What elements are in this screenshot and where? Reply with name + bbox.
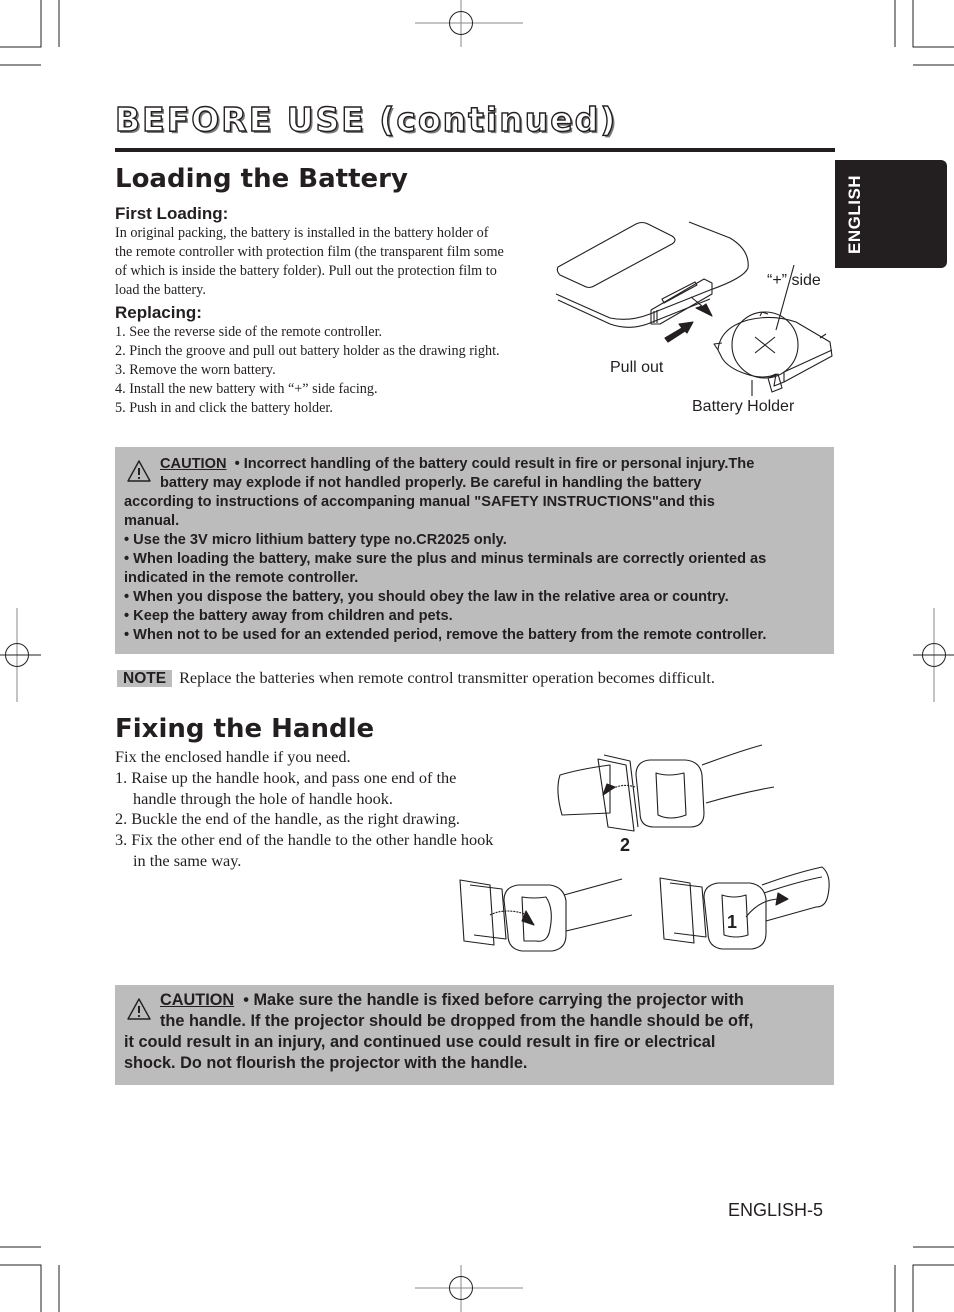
first-loading-line: In original packing, the battery is inst… [115, 225, 489, 241]
caution-line: • When not to be used for an extended pe… [124, 627, 767, 643]
plus-side-label: “+” side [767, 272, 821, 289]
caution-label: CAUTION [160, 991, 235, 1009]
note-text: Replace the batteries when remote contro… [179, 668, 715, 687]
caution-line: • Make sure the handle is fixed before c… [243, 991, 744, 1009]
first-loading-line: the remote controller with protection fi… [115, 244, 504, 260]
note: NOTE Replace the batteries when remote c… [117, 668, 715, 688]
handle-step: 3. Fix the other end of the handle to th… [115, 830, 494, 870]
caution-line: the handle. If the projector should be d… [160, 1012, 754, 1030]
caution-line: battery may explode if not handled prope… [160, 475, 702, 491]
battery-section-heading: Loading the Battery [115, 164, 408, 194]
replacing-step: 3. Remove the worn battery. [115, 362, 276, 378]
replacing-heading: Replacing: [115, 303, 202, 322]
caution-label: CAUTION [160, 456, 227, 472]
replacing-step: 2. Pinch the groove and pull out battery… [115, 343, 500, 359]
page-title: BEFORE USE (continued) [114, 99, 618, 139]
language-tab: ENGLISH [835, 160, 947, 268]
handle-step: 2. Buckle the end of the handle, as the … [115, 809, 460, 829]
replacing-step: 5. Push in and click the battery holder. [115, 400, 333, 416]
caution-line: indicated in the remote controller. [124, 570, 359, 586]
battery-caution-box: CAUTION • Incorrect handling of the batt… [115, 447, 834, 654]
battery-caution-text: CAUTION • Incorrect handling of the batt… [124, 455, 828, 645]
handle-section-heading: Fixing the Handle [115, 714, 375, 744]
caution-line: • Incorrect handling of the battery coul… [234, 456, 755, 472]
first-loading-text: In original packing, the battery is inst… [115, 224, 560, 300]
title-divider [115, 148, 835, 152]
caution-line: shock. Do not flourish the projector wit… [124, 1054, 528, 1072]
handle-caution-box: CAUTION • Make sure the handle is fixed … [115, 985, 834, 1085]
caution-line: • Use the 3V micro lithium battery type … [124, 532, 507, 548]
caution-line: • Keep the battery away from children an… [124, 608, 453, 624]
pull-out-label: Pull out [610, 359, 664, 376]
first-loading-line: of which is inside the battery folder). … [115, 263, 497, 279]
replacing-steps: 1. See the reverse side of the remote co… [115, 323, 560, 418]
caution-line: it could result in an injury, and contin… [124, 1033, 716, 1051]
first-loading-heading: First Loading: [115, 204, 229, 223]
handle-instructions: Fix the enclosed handle if you need. 1. … [115, 747, 500, 872]
caution-line: • When loading the battery, make sure th… [124, 551, 767, 567]
handle-step-2-label: 2 [620, 835, 631, 855]
replacing-step: 4. Install the new battery with “+” side… [115, 381, 378, 397]
note-label: NOTE [117, 670, 173, 687]
handle-figure [450, 735, 830, 955]
replacing-step: 1. See the reverse side of the remote co… [115, 324, 383, 340]
handle-caution-text: CAUTION • Make sure the handle is fixed … [124, 990, 828, 1074]
caution-line: • When you dispose the battery, you shou… [124, 589, 729, 605]
registration-marks-icon [0, 0, 954, 1312]
page-number: ENGLISH-5 [728, 1200, 824, 1220]
handle-intro: Fix the enclosed handle if you need. [115, 747, 351, 766]
battery-figure [550, 210, 850, 425]
first-loading-line: load the battery. [115, 282, 206, 298]
handle-step: 1. Raise up the handle hook, and pass on… [115, 767, 457, 808]
remote-battery-illustration-icon [555, 221, 833, 396]
handle-buckle-illustration-icon [459, 744, 830, 952]
battery-holder-label: Battery Holder [692, 398, 795, 415]
caution-line: manual. [124, 513, 180, 529]
handle-step-1-label: 1 [727, 912, 738, 932]
caution-line: according to instructions of accompaning… [124, 494, 715, 510]
